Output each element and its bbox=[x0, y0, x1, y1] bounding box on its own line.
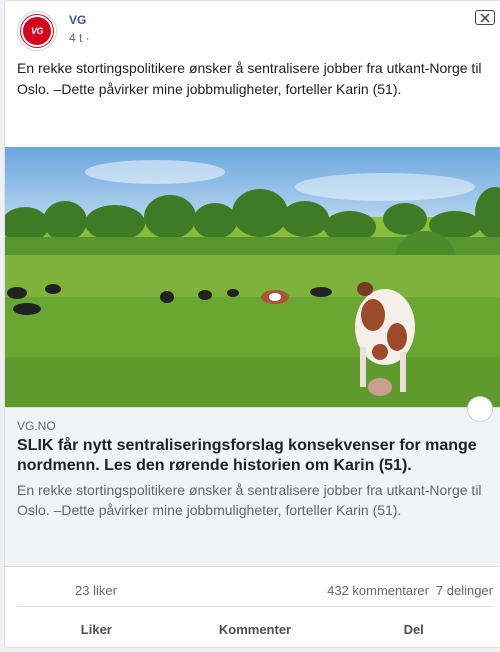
link-preview[interactable]: VG.NO SLIK får nytt sentraliseringsforsl… bbox=[5, 396, 500, 567]
comments-count[interactable]: 432 kommentarer bbox=[327, 583, 429, 598]
close-button[interactable] bbox=[475, 10, 495, 25]
comment-button[interactable]: Kommenter bbox=[176, 609, 335, 649]
share-button[interactable]: Del bbox=[334, 609, 493, 649]
cows-grazing-photo bbox=[5, 147, 500, 407]
link-title[interactable]: SLIK får nytt sentraliseringsforslag kon… bbox=[17, 436, 487, 476]
post-stats: 23 liker 432 kommentarer 7 delinger bbox=[17, 567, 493, 607]
avatar[interactable]: VG bbox=[17, 11, 57, 51]
shares-count[interactable]: 7 delinger bbox=[436, 583, 493, 598]
link-image[interactable] bbox=[5, 147, 500, 407]
post-header: VG VG 4 t · bbox=[17, 10, 495, 51]
action-bar: Liker Kommenter Del bbox=[17, 609, 493, 649]
link-description: En rekke stortingspolitikere ønsker å se… bbox=[17, 482, 482, 518]
post-card: VG VG 4 t · En rekke stortingspolitikere… bbox=[4, 0, 500, 648]
link-domain: VG.NO bbox=[17, 419, 56, 433]
vg-logo-icon: VG bbox=[21, 15, 53, 47]
like-button[interactable]: Liker bbox=[17, 609, 176, 649]
page-name[interactable]: VG bbox=[69, 13, 86, 27]
close-icon bbox=[480, 12, 490, 23]
post-text: En rekke stortingspolitikere ønsker å se… bbox=[17, 60, 482, 97]
timestamp[interactable]: 4 t · bbox=[69, 31, 90, 45]
likes-count[interactable]: 23 liker bbox=[75, 583, 117, 598]
save-circle-button[interactable] bbox=[467, 396, 493, 422]
avatar-text: VG bbox=[30, 26, 44, 36]
